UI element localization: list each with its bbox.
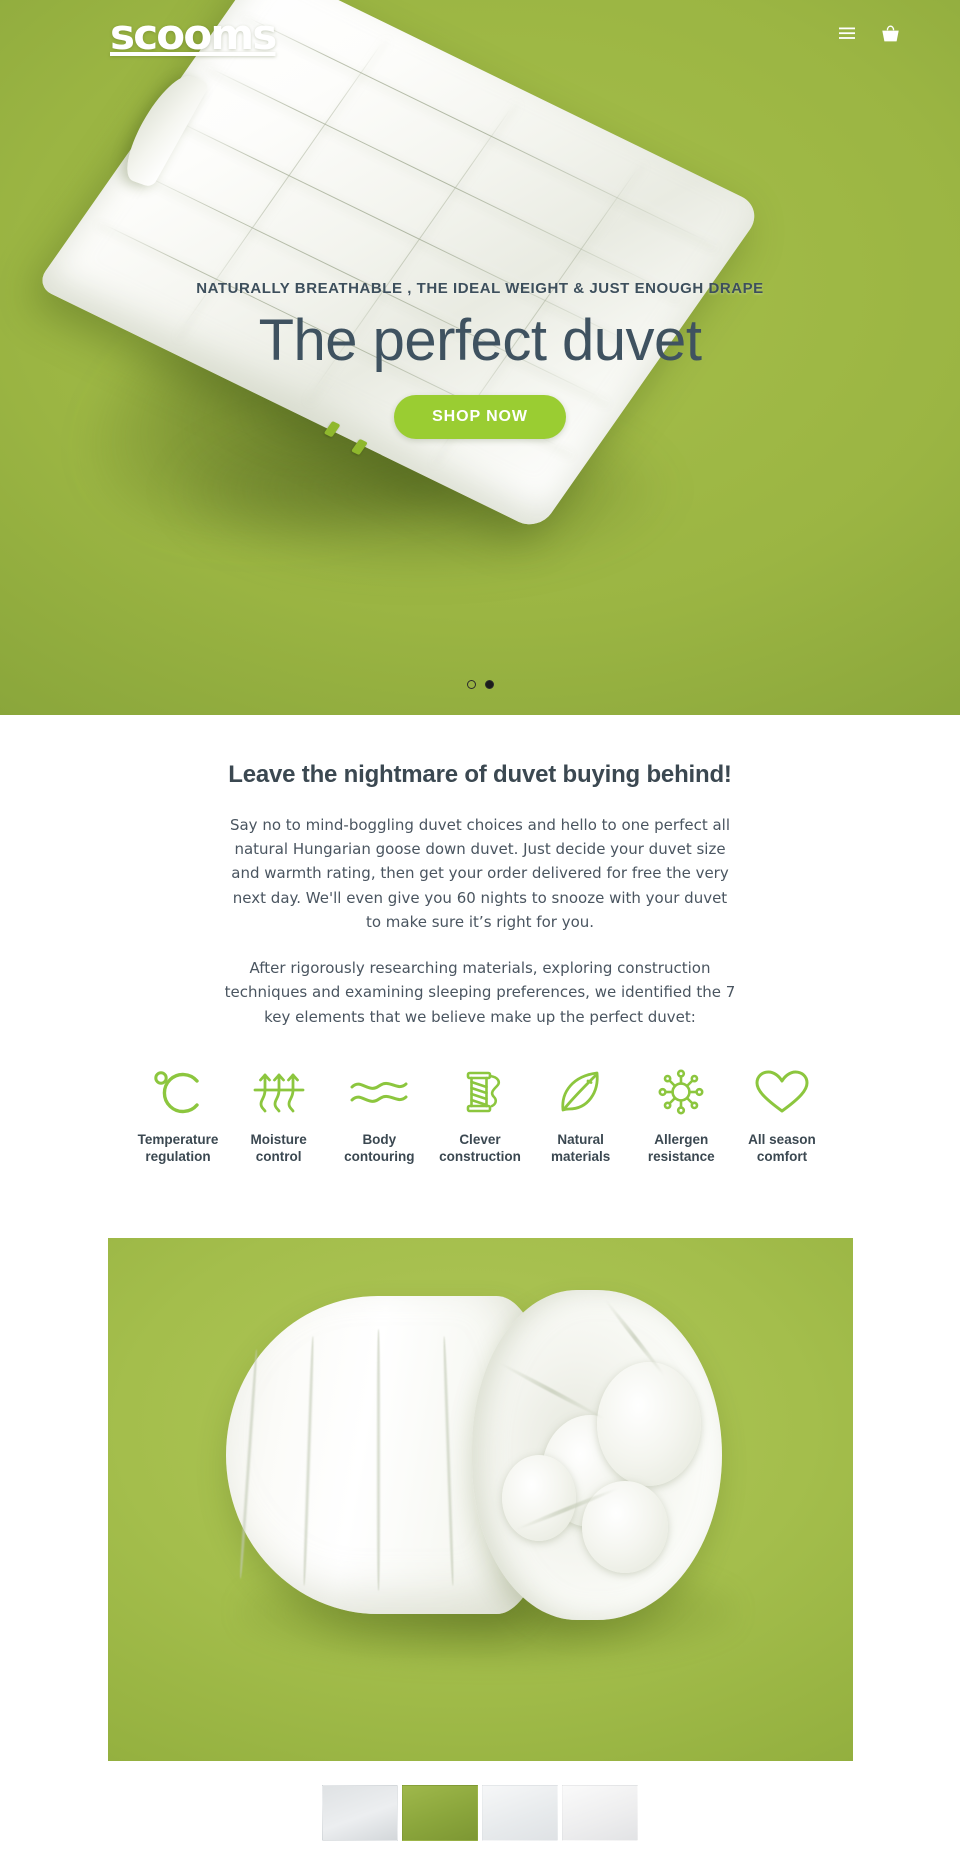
product-thumbnail-2[interactable] — [402, 1784, 478, 1841]
brand-logo[interactable]: scooms — [110, 14, 277, 56]
wavy-lines-icon — [348, 1063, 410, 1121]
allergen-molecule-icon — [655, 1063, 707, 1121]
feature-moisture-control: Moisture control — [231, 1063, 327, 1166]
intro-paragraph-1: Say no to mind-boggling duvet choices an… — [229, 815, 731, 931]
intro-inner: Leave the nightmare of duvet buying behi… — [224, 759, 736, 1029]
moisture-arrows-icon — [251, 1063, 307, 1121]
hamburger-menu-button[interactable] — [835, 23, 859, 47]
feature-natural-materials: Natural materials — [533, 1063, 629, 1166]
intro-paragraph-2: After rigorously researching materials, … — [224, 959, 736, 1026]
thread-spool-icon — [454, 1063, 506, 1121]
feature-allergen-resistance: Allergen resistance — [633, 1063, 729, 1166]
feature-label: Natural materials — [550, 1132, 611, 1165]
hero-overlay: NATURALLY BREATHABLE , THE IDEAL WEIGHT … — [0, 0, 960, 715]
product-section — [0, 1165, 960, 1841]
hero-carousel-dots — [0, 680, 960, 689]
product-thumbnail-strip — [0, 1784, 960, 1841]
heart-icon — [754, 1063, 810, 1121]
carousel-dot-1[interactable] — [466, 680, 476, 689]
shopping-basket-button[interactable] — [877, 21, 904, 50]
feature-temperature-regulation: Temperature regulation — [130, 1063, 226, 1166]
feature-label: Body contouring — [344, 1132, 415, 1165]
feature-label: Moisture control — [250, 1132, 307, 1165]
header-actions — [835, 21, 904, 50]
hamburger-menu-icon — [839, 27, 855, 43]
feature-body-contouring: Body contouring — [331, 1063, 427, 1166]
shopping-basket-icon — [881, 25, 900, 46]
site-header: scooms — [0, 0, 960, 70]
feature-clever-construction: Clever construction — [432, 1063, 528, 1166]
intro-heading: Leave the nightmare of duvet buying behi… — [228, 761, 732, 788]
rolled-duvet-illustration — [225, 1289, 726, 1620]
feature-all-season-comfort: All season comfort — [734, 1063, 830, 1166]
feature-label: Clever construction — [439, 1132, 521, 1165]
hero-section: scooms NATURALLY BREATHABLE , THE IDEAL … — [0, 0, 960, 715]
duvet-roll-end — [471, 1289, 722, 1620]
product-thumbnail-1[interactable] — [322, 1784, 398, 1841]
leaf-icon — [555, 1063, 607, 1121]
hero-title: The perfect duvet — [258, 308, 702, 373]
product-thumbnail-4[interactable] — [562, 1784, 638, 1841]
feature-label: All season comfort — [748, 1132, 816, 1165]
celsius-thermometer-icon — [150, 1063, 206, 1121]
feature-list: Temperature regulation Moisture control … — [130, 1063, 830, 1166]
intro-section: Leave the nightmare of duvet buying behi… — [0, 715, 960, 1166]
product-image[interactable] — [107, 1237, 853, 1761]
feature-label: Allergen resistance — [647, 1132, 715, 1165]
product-thumbnail-3[interactable] — [482, 1784, 558, 1841]
shop-now-button[interactable]: SHOP NOW — [394, 394, 566, 439]
hero-eyebrow: NATURALLY BREATHABLE , THE IDEAL WEIGHT … — [196, 280, 764, 297]
feature-label: Temperature regulation — [137, 1132, 219, 1165]
carousel-dot-2[interactable] — [484, 680, 494, 689]
